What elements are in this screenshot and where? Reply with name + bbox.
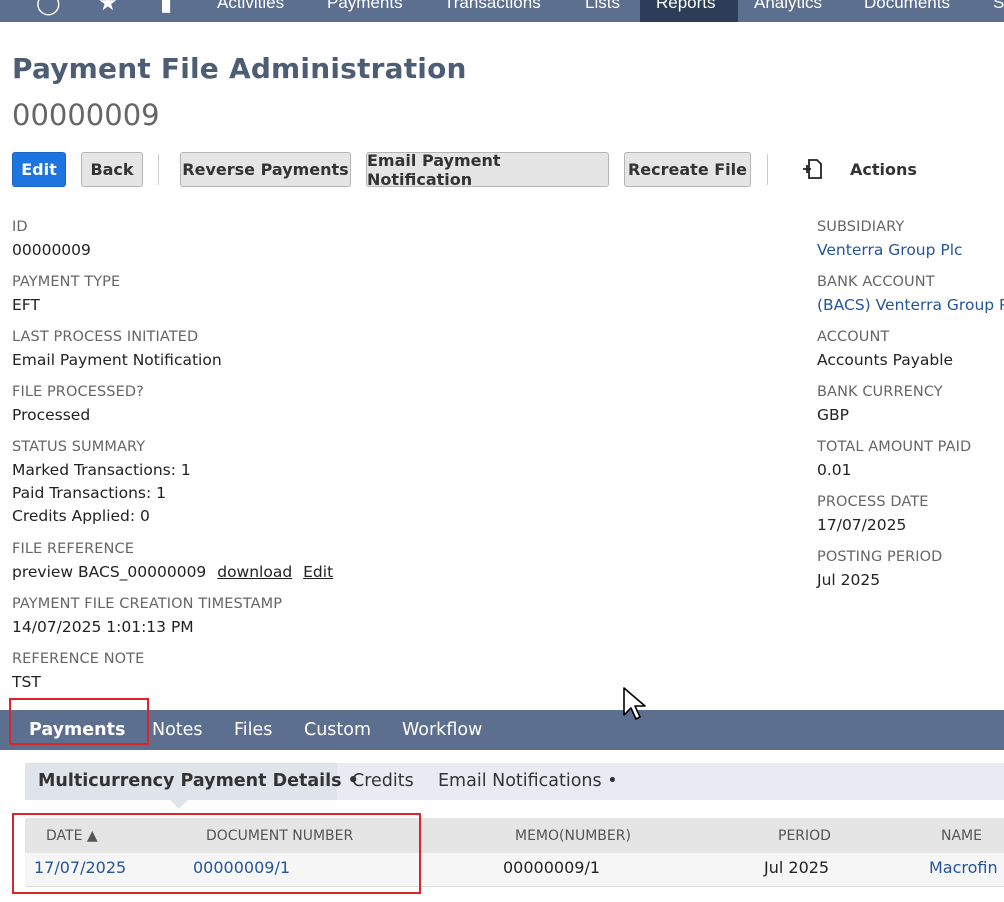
- nav-transactions[interactable]: Transactions: [444, 0, 541, 14]
- tab-custom[interactable]: Custom: [304, 720, 371, 740]
- id-value: 00000009: [12, 241, 91, 259]
- paid-transactions: Paid Transactions: 1: [12, 484, 166, 502]
- star-icon[interactable]: ★: [98, 0, 118, 14]
- account-value: Accounts Payable: [817, 351, 954, 369]
- nav-payments[interactable]: Payments: [327, 0, 403, 14]
- bank-currency-label: BANK CURRENCY: [817, 384, 943, 400]
- process-date-value: 17/07/2025: [817, 516, 907, 534]
- record-number: 00000009: [12, 98, 160, 132]
- file-reference-label: FILE REFERENCE: [12, 541, 134, 557]
- column-name[interactable]: NAME: [941, 828, 982, 844]
- recent-icon[interactable]: ▮: [160, 0, 172, 14]
- file-reference-edit-link[interactable]: Edit: [303, 563, 333, 581]
- reference-note-label: REFERENCE NOTE: [12, 651, 145, 667]
- total-amount-paid-value: 0.01: [817, 461, 852, 479]
- back-button[interactable]: Back: [81, 152, 143, 187]
- payments-tab-highlight: [9, 698, 149, 745]
- file-processed-label: FILE PROCESSED?: [12, 384, 144, 400]
- nav-more[interactable]: S: [993, 0, 1004, 14]
- file-reference-name: preview BACS_00000009: [12, 563, 207, 581]
- nav-lists[interactable]: Lists: [585, 0, 620, 14]
- subsidiary-label: SUBSIDIARY: [817, 219, 905, 235]
- column-memo[interactable]: MEMO(NUMBER): [515, 828, 631, 844]
- file-processed-value: Processed: [12, 406, 91, 424]
- nav-documents[interactable]: Documents: [864, 0, 950, 14]
- process-date-label: PROCESS DATE: [817, 494, 929, 510]
- tab-files[interactable]: Files: [234, 720, 272, 740]
- file-reference-value: preview BACS_00000009 download Edit: [12, 563, 333, 581]
- toolbar-divider: [158, 154, 159, 185]
- subtab-multicurrency-payment-details[interactable]: Multicurrency Payment Details •: [38, 771, 359, 791]
- payment-type-label: PAYMENT TYPE: [12, 274, 121, 290]
- subtab-bar: [0, 710, 1004, 750]
- column-period[interactable]: PERIOD: [778, 828, 831, 844]
- reference-note-value: TST: [12, 673, 41, 691]
- status-summary-label: STATUS SUMMARY: [12, 439, 146, 455]
- row-period: Jul 2025: [764, 858, 830, 877]
- subtab-credits[interactable]: Credits: [352, 771, 414, 791]
- subsidiary-link[interactable]: Venterra Group Plc: [817, 241, 963, 259]
- active-subtab-pointer: [170, 800, 188, 809]
- id-label: ID: [12, 219, 28, 235]
- nav-activities[interactable]: Activities: [217, 0, 284, 14]
- row-memo: 00000009/1: [503, 858, 601, 877]
- nav-analytics[interactable]: Analytics: [754, 0, 822, 14]
- email-payment-notification-button[interactable]: Email Payment Notification: [366, 151, 609, 189]
- actions-icon[interactable]: [802, 158, 824, 180]
- last-process-value: Email Payment Notification: [12, 351, 222, 369]
- total-amount-paid-label: TOTAL AMOUNT PAID: [817, 439, 972, 455]
- bank-account-link[interactable]: (BACS) Venterra Group P: [817, 296, 1004, 314]
- page-title: Payment File Administration: [12, 52, 467, 85]
- credits-applied: Credits Applied: 0: [12, 507, 150, 525]
- timestamp-value: 14/07/2025 1:01:13 PM: [12, 618, 194, 636]
- account-label: ACCOUNT: [817, 329, 890, 345]
- subtab-email-notifications[interactable]: Email Notifications •: [438, 771, 618, 791]
- home-icon[interactable]: ◯: [36, 0, 61, 14]
- table-highlight: [12, 813, 421, 894]
- timestamp-label: PAYMENT FILE CREATION TIMESTAMP: [12, 596, 283, 612]
- marked-transactions: Marked Transactions: 1: [12, 461, 191, 479]
- toolbar-divider: [767, 154, 768, 185]
- actions-menu[interactable]: Actions: [850, 160, 917, 179]
- last-process-label: LAST PROCESS INITIATED: [12, 329, 199, 345]
- top-nav: ◯ ★ ▮ Activities Payments Transactions L…: [0, 0, 1004, 22]
- reverse-payments-button[interactable]: Reverse Payments: [180, 152, 351, 187]
- recreate-file-button[interactable]: Recreate File: [624, 152, 751, 187]
- nav-reports[interactable]: Reports: [640, 0, 738, 22]
- tab-notes[interactable]: Notes: [152, 720, 203, 740]
- posting-period-label: POSTING PERIOD: [817, 549, 943, 565]
- row-name-link[interactable]: Macrofin: [929, 858, 998, 877]
- payment-type-value: EFT: [12, 296, 40, 314]
- edit-button[interactable]: Edit: [12, 152, 66, 187]
- posting-period-value: Jul 2025: [817, 571, 881, 589]
- mouse-cursor-icon: [623, 687, 646, 720]
- bank-currency-value: GBP: [817, 406, 849, 424]
- download-link[interactable]: download: [217, 563, 292, 581]
- bank-account-label: BANK ACCOUNT: [817, 274, 935, 290]
- tab-workflow[interactable]: Workflow: [402, 720, 482, 740]
